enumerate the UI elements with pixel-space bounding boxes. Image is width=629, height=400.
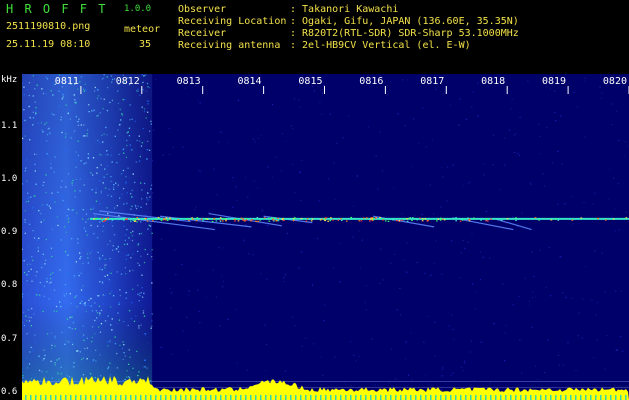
version-label: 1.0.0 [124, 4, 152, 14]
y-axis: kHz 1.1 1.0 0.9 0.8 0.7 0.6 [0, 74, 22, 400]
observer-key: Observer [178, 4, 227, 15]
y-tick-label: 0.6 [1, 387, 18, 397]
x-tick-label: 0820 [603, 76, 627, 87]
x-tick-label: 0811 [55, 76, 79, 87]
meteor-count: 35 [139, 39, 152, 50]
location-value: : Ogaki, Gifu, JAPAN (136.60E, 35.35N) [290, 16, 519, 27]
y-tick-label: 1.1 [1, 120, 18, 131]
spectrogram: 0811 0812 0813 0814 0815 0816 0817 0818 0819 0820 [20, 74, 629, 400]
y-tick-label: 1.0 [1, 173, 18, 184]
x-tick-label: 0818 [481, 76, 505, 87]
y-axis-label: kHz [1, 75, 18, 85]
y-tick-label: 0.7 [1, 333, 18, 344]
antenna-value: : 2el-HB9CV Vertical (el. E-W) [290, 40, 471, 51]
noise-band-shade [20, 74, 153, 400]
receiver-value: : R820T2(RTL-SDR) SDR-Sharp 53.1000MHz [290, 28, 519, 39]
x-tick-label: 0814 [238, 76, 262, 87]
receiver-key: Receiver [178, 28, 227, 39]
y-tick-label: 0.8 [1, 280, 18, 291]
observer-value: : Takanori Kawachi [290, 4, 399, 15]
x-tick-label: 0812 [116, 76, 140, 87]
app-name: H R O F F T [6, 2, 108, 16]
antenna-key: Receiving antenna [178, 40, 281, 51]
x-tick-label: 0817 [420, 76, 444, 87]
header-panel: H R O F F T 1.0.0 2511190810.png meteor … [0, 0, 629, 74]
x-tick-label: 0813 [177, 76, 201, 87]
filename-label: 2511190810.png [6, 21, 91, 32]
x-tick-label: 0816 [359, 76, 383, 87]
x-tick-label: 0815 [298, 76, 322, 87]
x-tick-label: 0819 [542, 76, 566, 87]
meteor-label: meteor [124, 24, 161, 35]
datetime-label: 25.11.19 08:10 [6, 39, 91, 50]
location-key: Receiving Location [178, 16, 287, 27]
y-tick-label: 0.9 [1, 227, 18, 238]
